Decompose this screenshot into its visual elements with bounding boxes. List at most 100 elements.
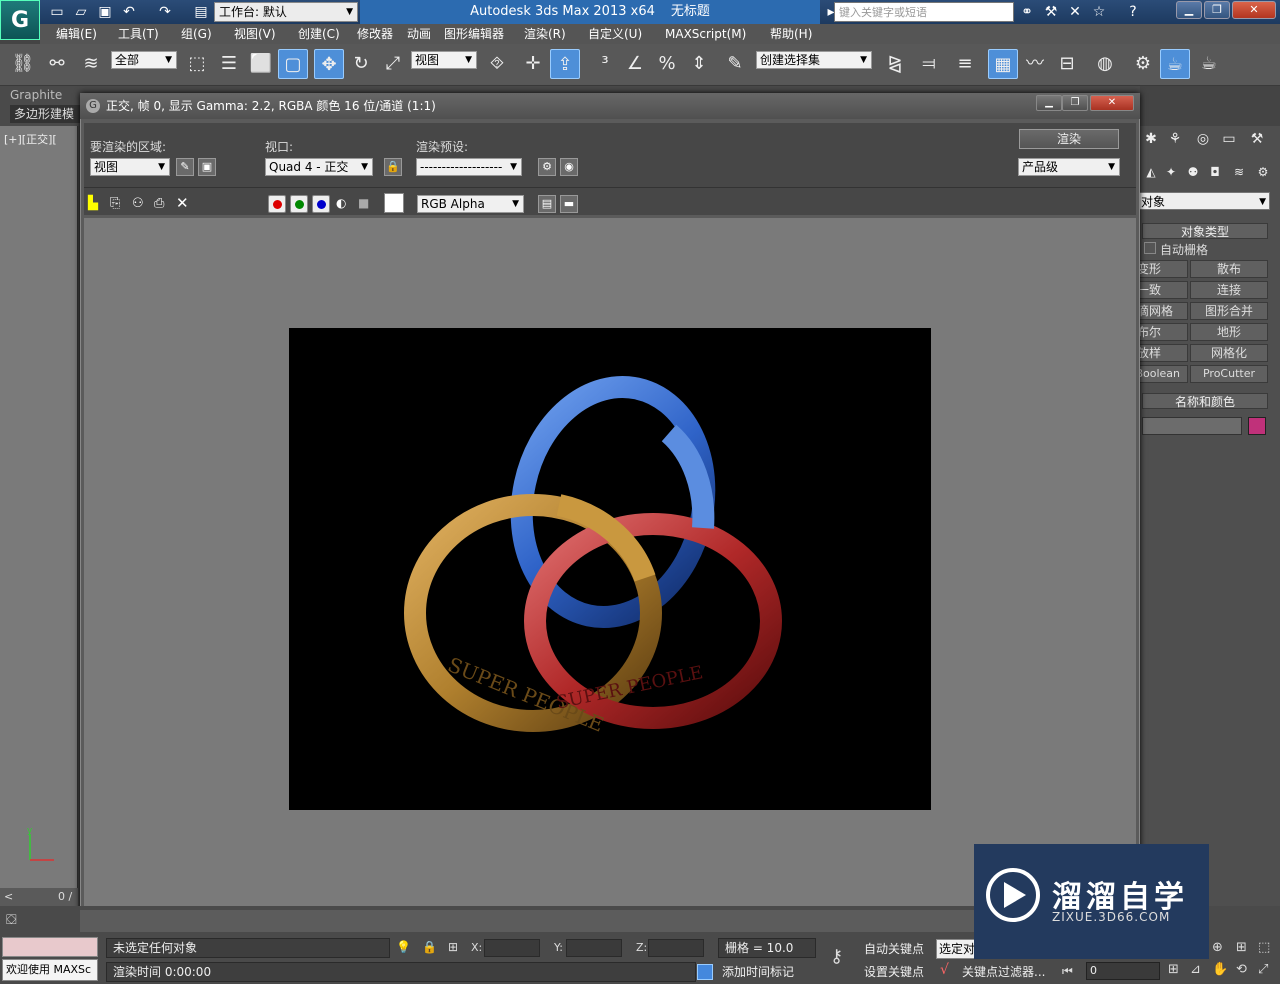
save-icon[interactable]: ▣ (96, 3, 114, 21)
subscription-icon[interactable]: ⚒ (1042, 3, 1060, 21)
name-and-color-header[interactable]: 名称和颜色 (1142, 393, 1268, 409)
utilities-tab-icon[interactable]: ⚒ (1246, 128, 1268, 150)
select-object-icon[interactable]: ⬚ (182, 49, 212, 79)
select-manipulate-icon[interactable]: ✛ (518, 49, 548, 79)
auto-key-button[interactable]: 自动关键点 (864, 939, 934, 959)
maxscript-mini-listener[interactable]: 欢迎使用 MAXSc (2, 959, 98, 981)
x-coord-field[interactable] (484, 939, 540, 957)
menu-edit[interactable]: 编辑(E) (56, 24, 97, 44)
zoom-region-icon[interactable]: ⬚ (1258, 940, 1270, 955)
redo-icon[interactable]: ↷ (156, 3, 174, 21)
current-frame-field[interactable]: 0 (1086, 962, 1160, 980)
viewport[interactable] (0, 126, 78, 888)
render-quality-dropdown[interactable]: 产品级 ▼ (1018, 158, 1120, 176)
undo-icon[interactable]: ↶ (120, 3, 138, 21)
menu-animation[interactable]: 动画 (407, 24, 431, 44)
curve-editor-icon[interactable]: 〰 (1020, 49, 1050, 79)
selection-filter-dropdown[interactable]: 全部 ▼ (111, 51, 177, 69)
menu-rendering[interactable]: 渲染(R) (524, 24, 566, 44)
green-channel-toggle[interactable] (290, 195, 308, 213)
schematic-view-icon[interactable]: ⊟ (1052, 49, 1082, 79)
link-icon[interactable]: ⛓ (8, 49, 38, 79)
shapes-icon[interactable]: ◭ (1140, 162, 1162, 182)
swatch-color[interactable] (384, 193, 404, 213)
rect-selection-icon[interactable]: ⬜ (246, 49, 276, 79)
render-button[interactable]: 渲染 (1019, 129, 1119, 149)
search-input[interactable]: 键入关键字或短语 (834, 2, 1014, 22)
snaps-toggle-icon[interactable]: ³ (590, 49, 620, 79)
render-production-icon[interactable]: ☕ (1194, 49, 1224, 79)
ribbon-panel-label[interactable]: 多边形建模 (10, 105, 86, 123)
minimize-button[interactable]: ▁ (1176, 1, 1202, 19)
spinner-snap-icon[interactable]: ⇕ (684, 49, 714, 79)
select-rotate-icon[interactable]: ↻ (346, 49, 376, 79)
clear-image-icon[interactable]: ✕ (176, 194, 189, 212)
bind-space-warp-icon[interactable]: ≋ (76, 49, 106, 79)
auto-grid-checkbox[interactable] (1144, 242, 1156, 254)
terrain-button[interactable]: 地形 (1190, 323, 1268, 341)
workspace-dropdown[interactable]: 工作台: 默认 ▼ (214, 2, 358, 22)
alpha-channel-icon[interactable]: ◐ (336, 196, 346, 210)
select-by-name-icon[interactable]: ☰ (214, 49, 244, 79)
copy-image-icon[interactable]: ⎘ (110, 196, 120, 211)
mesher-button[interactable]: 网格化 (1190, 344, 1268, 362)
select-scale-icon[interactable]: ⤢ (378, 49, 408, 79)
open-file-icon[interactable]: ▱ (72, 3, 90, 21)
toggle-ui-icon[interactable]: ▬ (560, 195, 578, 213)
menu-views[interactable]: 视图(V) (234, 24, 276, 44)
orbit-icon[interactable]: ⟲ (1236, 962, 1247, 977)
motion-tab-icon[interactable]: ◎ (1192, 128, 1214, 150)
reference-coord-dropdown[interactable]: 视图 ▼ (411, 51, 477, 69)
lock-viewport-icon[interactable]: 🔒 (384, 158, 402, 176)
display-tab-icon[interactable]: ▭ (1218, 128, 1240, 150)
maximize-viewport-icon[interactable]: ⤢ (1258, 962, 1268, 977)
render-setup-small-icon[interactable]: ⚙ (538, 158, 556, 176)
cameras-icon[interactable]: ⚉ (1182, 162, 1204, 182)
maximize-button[interactable]: ❐ (1204, 1, 1230, 19)
menu-customize[interactable]: 自定义(U) (588, 24, 642, 44)
project-folder-icon[interactable]: ▤ (192, 3, 210, 21)
lights-icon[interactable]: ✦ (1160, 162, 1182, 182)
edit-region-icon[interactable]: ✎ (176, 158, 194, 176)
display-channel-dropdown[interactable]: RGB Alpha ▼ (417, 195, 524, 213)
set-key-icon[interactable]: ⚷ (830, 946, 843, 967)
object-name-input[interactable] (1142, 417, 1242, 435)
ribbon-tab-graphite[interactable]: Graphite (10, 88, 90, 104)
keyboard-shortcut-icon[interactable]: ⇪ (550, 49, 580, 79)
go-to-start-icon[interactable]: ⏮ (1062, 964, 1073, 979)
zoom-extents-icon[interactable]: ⊞ (1168, 962, 1179, 977)
add-time-tag-button[interactable]: 添加时间标记 (700, 962, 818, 982)
percent-snap-icon[interactable]: % (652, 49, 682, 79)
align-icon[interactable]: ⫤ (914, 49, 944, 79)
angle-snap-icon[interactable]: ∠ (620, 49, 650, 79)
menu-help[interactable]: 帮助(H) (770, 24, 812, 44)
app-logo-icon[interactable]: G (0, 0, 40, 40)
named-selection-set-dropdown[interactable]: 创建选择集 ▼ (756, 51, 872, 69)
render-preset-dropdown[interactable]: ------------------- ▼ (416, 158, 522, 176)
procutter-button[interactable]: ProCutter (1190, 365, 1268, 383)
object-type-header[interactable]: 对象类型 (1142, 223, 1268, 239)
render-setup-icon[interactable]: ⚙ (1128, 49, 1158, 79)
select-move-icon[interactable]: ✥ (314, 49, 344, 79)
print-image-icon[interactable]: ⎙ (154, 196, 164, 211)
maxscript-listener-input[interactable] (2, 937, 98, 957)
set-key-button[interactable]: 设置关键点 (864, 962, 934, 982)
menu-create[interactable]: 创建(C) (298, 24, 340, 44)
monochrome-icon[interactable]: ■ (358, 196, 369, 210)
object-color-swatch[interactable] (1248, 417, 1266, 435)
binoculars-icon[interactable]: ⚭ (1018, 3, 1036, 21)
graphite-toggle-icon[interactable]: ▦ (988, 49, 1018, 79)
spacewarps-icon[interactable]: ≋ (1228, 162, 1250, 182)
new-file-icon[interactable]: ▭ (48, 3, 66, 21)
create-tab-icon[interactable]: ✱ (1140, 128, 1162, 150)
isolate-selection-icon[interactable]: 💡 (396, 940, 411, 954)
save-image-icon[interactable]: ▙ (88, 196, 98, 211)
z-coord-field[interactable] (648, 939, 704, 957)
render-window-minimize-button[interactable]: ▁ (1036, 95, 1062, 111)
pan-hand-icon[interactable]: ✋ (1212, 962, 1228, 977)
menu-group[interactable]: 组(G) (181, 24, 212, 44)
mirror-icon[interactable]: ⧎ (880, 49, 910, 79)
transform-mode-icon[interactable]: ⊞ (448, 940, 458, 954)
hierarchy-tab-icon[interactable]: ⚘ (1164, 128, 1186, 150)
zoom-icon[interactable]: ⊕ (1212, 940, 1223, 955)
